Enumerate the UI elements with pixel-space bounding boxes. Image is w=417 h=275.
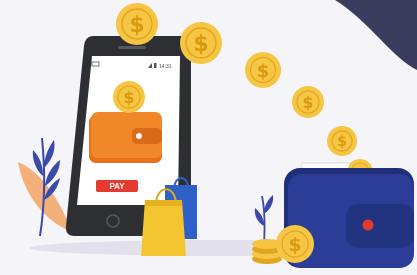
pay-button[interactable]: PAY	[96, 180, 138, 192]
wallet-flap	[346, 204, 414, 248]
coin-3-symbol: $	[123, 88, 134, 107]
wallet-icon	[89, 112, 162, 163]
wallet-button	[136, 133, 142, 139]
coin-1-symbol: $	[129, 13, 144, 38]
battery-icon	[154, 63, 157, 68]
coin-2-symbol: $	[193, 32, 208, 57]
coin-5-symbol: $	[302, 93, 313, 112]
dollar-coin-icon: $	[180, 22, 222, 64]
coin-7-symbol: $	[288, 234, 301, 256]
dollar-coin-icon: $	[113, 81, 145, 113]
wallet-button	[362, 219, 374, 231]
status-bar-time: 14:31	[159, 64, 172, 70]
phone-speaker	[118, 46, 146, 49]
pay-button-label[interactable]: PAY	[109, 182, 125, 191]
yellow-bag	[141, 200, 186, 256]
dollar-coin-icon: $	[116, 3, 158, 45]
coin-4-symbol: $	[257, 61, 270, 82]
coin-6-symbol: $	[337, 134, 347, 150]
mobile-payment-illustration: 14:31 PAY $ $ $ $ $ $ $	[0, 0, 417, 275]
dollar-coin-icon: $	[327, 126, 357, 156]
dollar-coin-icon: $	[292, 86, 324, 118]
dollar-coin-icon: $	[245, 52, 281, 88]
dollar-coin-icon: $	[276, 225, 314, 263]
yellow-bag-rim	[145, 200, 182, 206]
